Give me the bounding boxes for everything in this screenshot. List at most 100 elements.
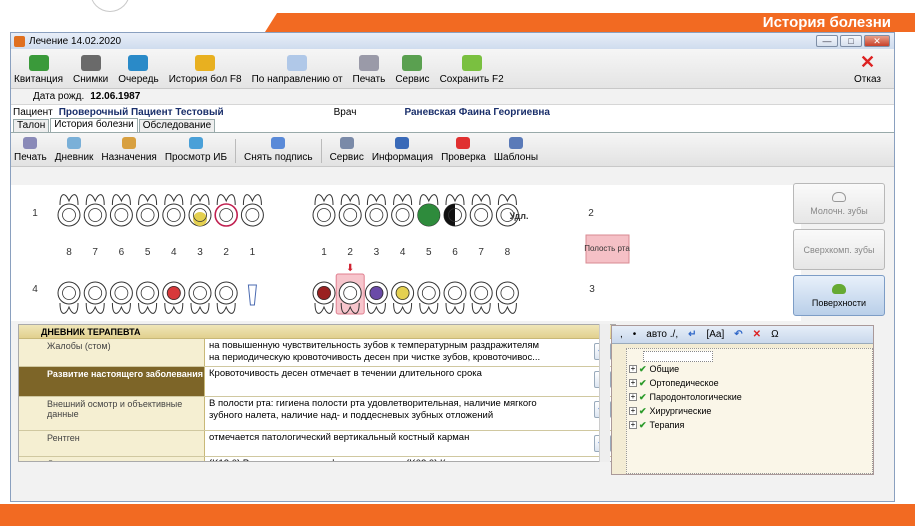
tooth[interactable]: [417, 194, 441, 227]
close-button[interactable]: ✕: [864, 35, 890, 47]
surfaces-label: Поверхности: [811, 297, 867, 308]
tooth[interactable]: [417, 281, 441, 314]
comma-button[interactable]: ,: [620, 329, 623, 340]
tooth[interactable]: [57, 194, 81, 227]
case-button[interactable]: [Aa]: [706, 329, 724, 340]
tooth[interactable]: [214, 194, 238, 227]
toolbar-button[interactable]: По направлению от: [252, 55, 343, 85]
toolbar-button[interactable]: История бол F8: [169, 55, 242, 85]
bottom-bar: [0, 504, 915, 526]
tooth[interactable]: [364, 194, 388, 227]
tooth[interactable]: [162, 194, 186, 227]
template-tree-item[interactable]: + ✔ Общие: [629, 362, 870, 376]
diary-row-value[interactable]: В полости рта: гигиена полости рта удовл…: [205, 397, 615, 430]
toolbar-button[interactable]: Печать: [353, 55, 385, 85]
tooth[interactable]: [443, 281, 467, 314]
tooth[interactable]: [109, 194, 133, 227]
tab-exam[interactable]: Обследование: [138, 119, 216, 132]
tooth[interactable]: [443, 194, 467, 227]
tooth[interactable]: [240, 194, 264, 227]
tooth[interactable]: [83, 281, 107, 314]
diary-row-text[interactable]: Кровоточивость десен отмечает в течении …: [209, 368, 482, 379]
expand-icon[interactable]: +: [629, 365, 637, 373]
tooth[interactable]: [109, 281, 133, 314]
tab-history[interactable]: История болезни: [50, 118, 138, 132]
tooth[interactable]: [214, 281, 238, 314]
patient-name: Проверочный Пациент Тестовый: [58, 106, 224, 118]
diary-scrollbar[interactable]: [599, 324, 610, 462]
tooth[interactable]: [312, 281, 336, 314]
cancel-button[interactable]: ✕ Отказ: [854, 53, 881, 85]
expand-icon[interactable]: +: [629, 379, 637, 387]
enter-icon[interactable]: ↵: [688, 329, 696, 340]
tooth[interactable]: [188, 281, 212, 314]
tooth[interactable]: [57, 281, 81, 314]
tooth[interactable]: [136, 281, 160, 314]
tooth[interactable]: [469, 194, 493, 227]
toolbar-button[interactable]: Квитанция: [14, 55, 63, 85]
dot-button[interactable]: •: [633, 329, 637, 340]
expand-icon[interactable]: +: [629, 407, 637, 415]
history-toolbar-button[interactable]: Дневник: [55, 137, 93, 163]
history-toolbar-button[interactable]: Назначения: [101, 137, 157, 163]
tooth[interactable]: [469, 281, 493, 314]
tab-talon[interactable]: Талон: [13, 119, 50, 132]
template-edit-field[interactable]: [643, 351, 713, 362]
history-toolbar-button[interactable]: Просмотр ИБ: [165, 137, 227, 163]
diary-row-text[interactable]: на повышенную чувствительность зубов к т…: [209, 340, 540, 363]
history-toolbar-button[interactable]: Шаблоны: [494, 137, 538, 163]
tooth[interactable]: [188, 194, 212, 227]
surfaces-button[interactable]: Поверхности: [793, 275, 885, 316]
diary-row-value[interactable]: на повышенную чувствительность зубов к т…: [205, 339, 615, 366]
toolbar-button[interactable]: Сервис: [395, 55, 430, 85]
diary-row[interactable]: Диагноз {K12.0} Рецидивирующие афты полос…: [19, 457, 615, 461]
history-toolbar-button[interactable]: Печать: [14, 137, 47, 163]
tooth-fill: [369, 286, 384, 300]
auto-punct-button[interactable]: авто ./,: [646, 329, 678, 340]
supernumerary-teeth-button[interactable]: Сверхкомп. зубы: [793, 229, 885, 270]
diary-row-text[interactable]: {K12.0} Рецидивирующие афты полости рта …: [209, 458, 502, 461]
diary-row[interactable]: Внешний осмотр и объективные данные В пол…: [19, 397, 615, 431]
tooth[interactable]: [136, 194, 160, 227]
implant-icon[interactable]: [247, 284, 257, 306]
diary-row-value[interactable]: {K12.0} Рецидивирующие афты полости рта …: [205, 457, 615, 461]
template-tree-item[interactable]: + ✔ Хирургические: [629, 404, 870, 418]
diary-row[interactable]: Рентген отмечается патологический вертика…: [19, 431, 615, 457]
minimize-button[interactable]: —: [816, 35, 838, 47]
undo-icon[interactable]: ↶: [734, 329, 742, 340]
primary-teeth-button[interactable]: Молочн. зубы: [793, 183, 885, 224]
template-tree-item[interactable]: + ✔ Терапия: [629, 418, 870, 432]
tooth[interactable]: [162, 281, 186, 314]
history-toolbar-button[interactable]: Снять подпись: [244, 137, 313, 163]
tooth[interactable]: [391, 194, 415, 227]
history-toolbar-button[interactable]: Информация: [372, 137, 433, 163]
expand-icon[interactable]: +: [629, 393, 637, 401]
history-toolbar-button[interactable]: Сервис: [330, 137, 364, 163]
diary-row-value[interactable]: отмечается патологический вертикальный к…: [205, 431, 615, 456]
toolbar-button[interactable]: Очередь: [118, 55, 159, 85]
toolbar-button[interactable]: Снимки: [73, 55, 108, 85]
expand-icon[interactable]: +: [629, 421, 637, 429]
maximize-button[interactable]: □: [840, 35, 862, 47]
diary-row-text[interactable]: отмечается патологический вертикальный к…: [209, 432, 469, 443]
diary-row-value[interactable]: Кровоточивость десен отмечает в течении …: [205, 367, 615, 396]
delete-icon[interactable]: ✕: [753, 329, 761, 340]
tooth[interactable]: [391, 281, 415, 314]
diary-row[interactable]: Развитие настоящего заболевания Кровоточи…: [19, 367, 615, 397]
tooth-root: [393, 302, 413, 314]
tooth[interactable]: [338, 194, 362, 227]
tooth-root: [59, 302, 79, 314]
tooth[interactable]: [312, 194, 336, 227]
tooth[interactable]: [83, 194, 107, 227]
history-toolbar-button[interactable]: Проверка: [441, 137, 486, 163]
tooth[interactable]: [495, 281, 519, 314]
diary-row-text[interactable]: В полости рта: гигиена полости рта удовл…: [209, 398, 537, 421]
omega-icon[interactable]: Ω: [771, 329, 778, 340]
toolbar-button[interactable]: Сохранить F2: [440, 55, 504, 85]
tooth-crown: [312, 203, 336, 227]
tooth-number: 7: [478, 247, 484, 258]
diary-row[interactable]: Жалобы (стом) на повышенную чувствительно…: [19, 339, 615, 367]
template-tree-item[interactable]: + ✔ Ортопедическое: [629, 376, 870, 390]
template-tree-item[interactable]: + ✔ Пародонтологические: [629, 390, 870, 404]
tooth[interactable]: [364, 281, 388, 314]
